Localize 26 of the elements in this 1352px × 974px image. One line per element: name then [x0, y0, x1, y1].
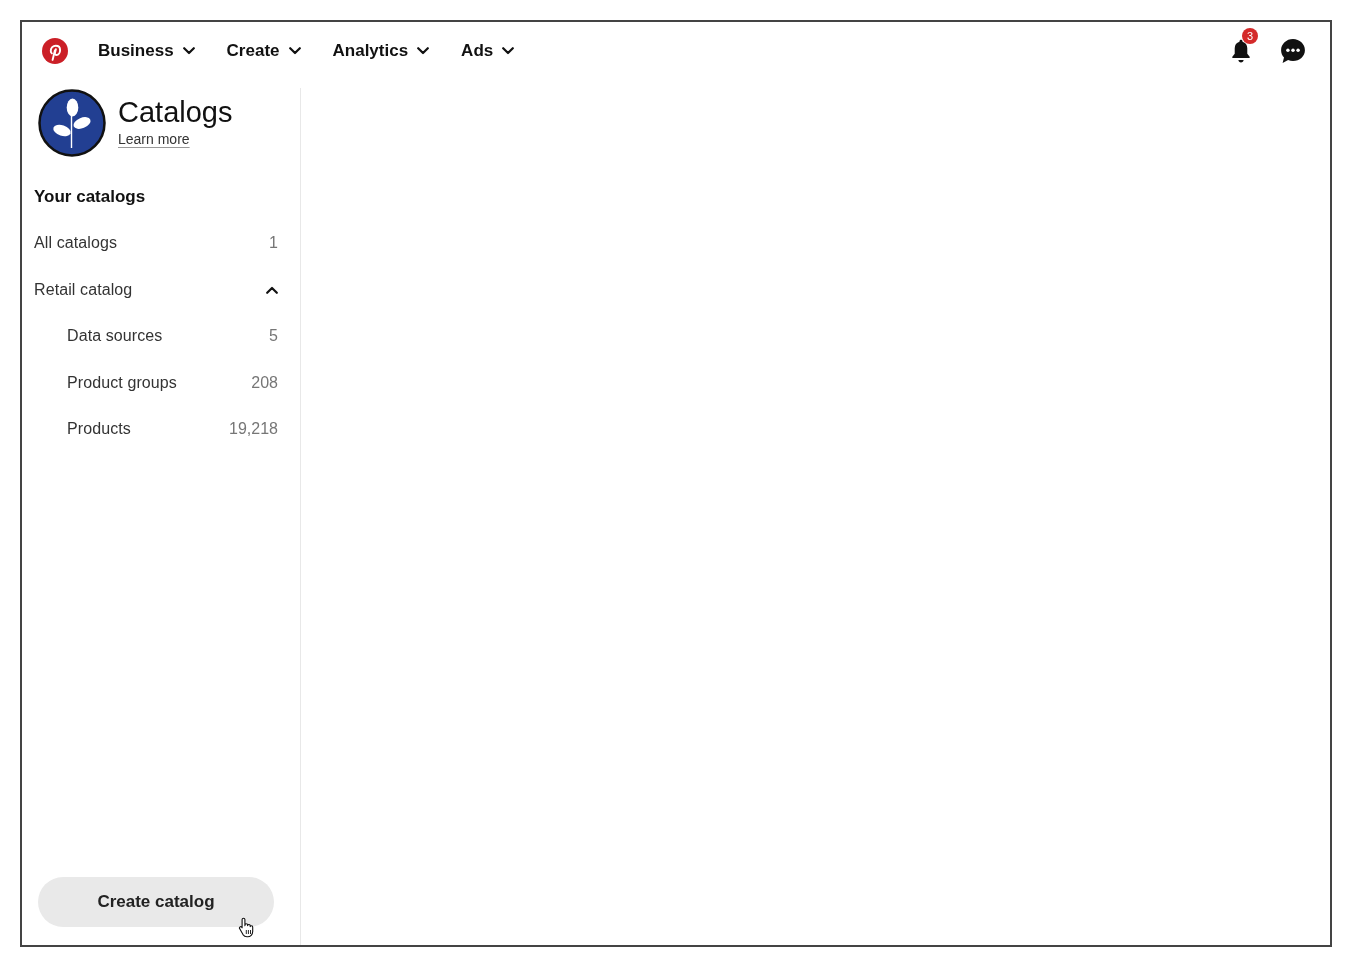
logo-icon[interactable] [42, 38, 68, 64]
chevron-down-icon [417, 47, 430, 55]
item-count: 19,218 [229, 420, 278, 439]
section-heading: Your catalogs [34, 186, 147, 208]
chevron-down-icon [288, 47, 301, 55]
create-catalog-button[interactable]: Create catalog [38, 877, 274, 927]
nav-menu-item[interactable]: Create [226, 41, 301, 61]
sidebar-subitem[interactable]: Products [67, 420, 131, 439]
chat-bubble-icon[interactable] [1280, 38, 1306, 64]
nav-menu-item[interactable]: Ads [461, 41, 515, 61]
item-count: 5 [269, 327, 278, 346]
plant-icon [38, 89, 106, 157]
sidebar-item[interactable]: Retail catalog [34, 280, 133, 299]
item-count: 208 [251, 373, 278, 392]
sidebar-subitem[interactable]: Data sources [67, 327, 163, 346]
sidebar-subitem[interactable]: Product groups [67, 373, 177, 392]
chevron-down-icon [182, 47, 195, 55]
learn-more-link[interactable]: Learn more [118, 131, 233, 147]
hand-cursor-icon [238, 917, 256, 938]
sidebar-item[interactable]: All catalogs [34, 234, 118, 253]
notification-count: 3 [1242, 28, 1258, 44]
page-title: Catalogs [118, 95, 233, 129]
nav-menu-item[interactable]: Business [98, 41, 195, 61]
item-count: 1 [269, 234, 278, 253]
chevron-down-icon [502, 47, 515, 55]
nav-menu-item[interactable]: Analytics [332, 41, 430, 61]
